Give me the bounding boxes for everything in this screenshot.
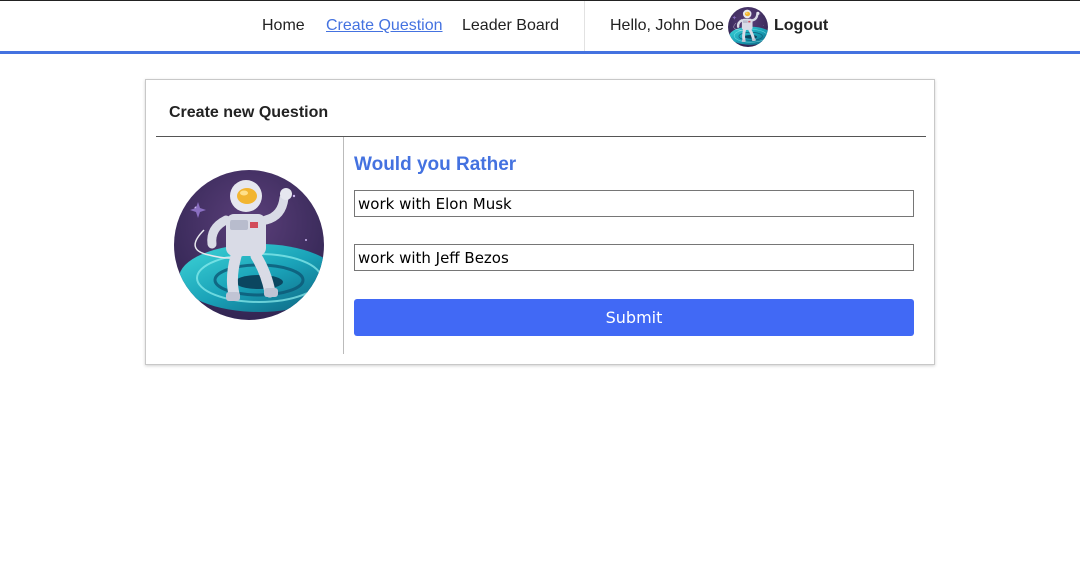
submit-button[interactable]: Submit: [354, 299, 914, 336]
nav-leader-board-link[interactable]: Leader Board: [462, 17, 559, 35]
logout-button[interactable]: Logout: [774, 17, 828, 35]
card-header-divider: [156, 136, 926, 137]
card-header-title: Create new Question: [169, 104, 329, 121]
nav-home-link[interactable]: Home: [262, 17, 305, 35]
nav-create-question-link[interactable]: Create Question: [326, 17, 443, 35]
card-column-divider: [343, 137, 344, 354]
astronaut-avatar-icon: [728, 7, 768, 47]
option-one-input[interactable]: [354, 190, 914, 217]
top-nav-bar: Home Create Question Leader Board Hello,…: [0, 0, 1080, 54]
option-two-input[interactable]: [354, 244, 914, 271]
nav-divider: [584, 1, 585, 51]
astronaut-avatar-icon: [174, 170, 324, 320]
user-greeting: Hello, John Doe: [610, 17, 724, 34]
create-question-card: Create new Question Would you Rather Sub…: [145, 79, 935, 365]
would-you-rather-heading: Would you Rather: [354, 154, 517, 175]
